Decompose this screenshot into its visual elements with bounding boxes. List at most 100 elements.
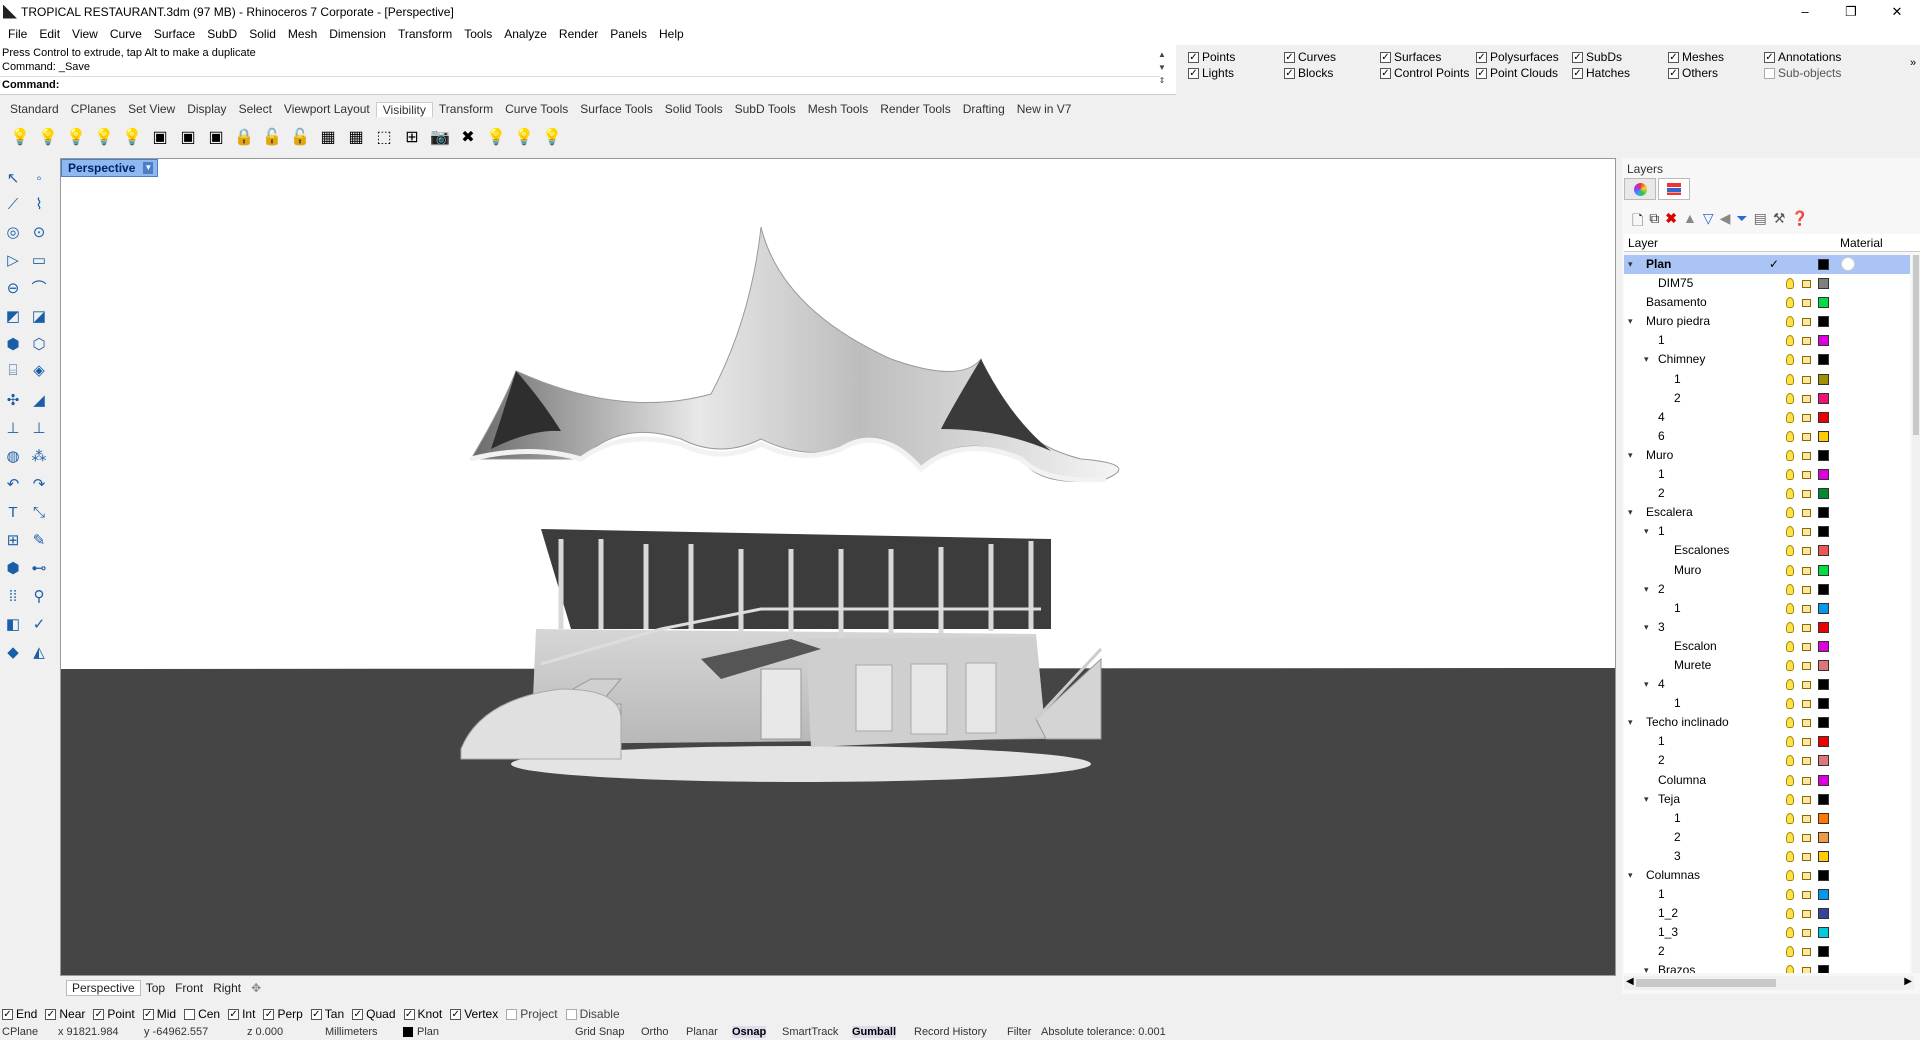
scrollbar-thumb[interactable] [1636,979,1776,987]
layer-color-swatch[interactable] [1818,392,1829,404]
show-selected-icon[interactable]: 💡 [64,125,88,149]
lightbulb-icon[interactable] [1786,297,1794,309]
layer-color-swatch[interactable] [1818,889,1829,901]
layer-color-swatch[interactable] [1818,850,1829,862]
menu-edit[interactable]: Edit [33,27,66,41]
filter-icon[interactable]: ⏷ [1736,210,1747,234]
osnap-perp[interactable]: ✓ Perp [263,1007,303,1021]
lightbulb-icon[interactable] [1786,870,1794,881]
offset-icon[interactable]: ⊖ [2,278,24,300]
expand-toggle-icon[interactable]: ▾ [1644,675,1654,694]
filter-surfaces[interactable]: ✓ Surfaces [1380,50,1441,64]
block-icon[interactable]: ⊞ [2,530,24,552]
status-grid-snap[interactable]: Grid Snap [575,1026,625,1038]
layer-color-swatch[interactable] [1818,449,1829,461]
layer-row[interactable]: ▾ Chimney [1624,350,1910,369]
analyze-icon[interactable]: ⚲ [28,586,50,608]
layer-row[interactable]: ▾ 3 [1624,618,1910,637]
scene-render[interactable] [61,159,1616,976]
layer-color-swatch[interactable] [1818,259,1829,270]
lightbulb-icon[interactable] [1786,411,1794,423]
expand-toggle-icon[interactable]: ▾ [1628,866,1638,885]
tab-transform[interactable]: Transform [433,102,499,116]
layer-row[interactable]: 2 [1624,828,1910,847]
scroll-left-icon[interactable]: ◀ [1626,976,1634,987]
layer-row[interactable]: 1 [1624,331,1910,350]
move-to-parent-icon[interactable]: ◀ [1720,210,1731,234]
tab-front[interactable]: Front [170,981,208,995]
circle-icon[interactable]: ◎ [2,222,24,244]
lock-icon[interactable] [1802,661,1811,670]
filter-others[interactable]: ✓ Others [1668,66,1718,80]
status-units[interactable]: Millimeters [325,1026,378,1038]
tools-icon[interactable]: ⚒ [1773,210,1786,234]
layer-row[interactable]: Escalon [1624,637,1910,656]
lock-icon[interactable] [1802,528,1811,537]
layer-row[interactable]: 1 [1624,599,1910,618]
lightbulb-icon[interactable] [1786,278,1794,290]
lightbulb-icon[interactable] [1786,812,1794,824]
scale-icon[interactable]: ◢ [28,390,50,412]
expand-toggle-icon[interactable]: ▾ [1628,446,1638,465]
curve-icon[interactable]: ⌇ [28,194,50,216]
lightbulb-icon[interactable] [1786,889,1794,901]
layer-color-swatch[interactable] [1818,297,1829,309]
tab-render-tools[interactable]: Render Tools [874,102,957,116]
lightbulb-icon[interactable] [1786,679,1794,691]
hide-in-detail-icon[interactable]: ▣ [148,125,172,149]
filter-more-button[interactable]: » [1910,57,1916,69]
lock-icon[interactable] [1802,413,1811,422]
viewport-title[interactable]: Perspective ▼ [61,159,159,177]
tab-solid-tools[interactable]: Solid Tools [659,102,729,116]
dimension-icon[interactable]: ⤡ [28,502,50,524]
lightbulb-icon[interactable] [1786,335,1794,347]
hide-points-icon[interactable]: 💡 [120,125,144,149]
status-osnap[interactable]: Osnap [732,1026,767,1038]
lock-icon[interactable] [1802,509,1811,518]
move-down-icon[interactable]: ▽ [1703,210,1714,234]
lock-icon[interactable] [1802,833,1811,842]
eraser-icon[interactable]: ◆ [2,642,24,664]
layer-row[interactable]: ▾ Muro piedra [1624,312,1910,331]
expand-toggle-icon[interactable]: ▾ [1628,312,1638,331]
boolean-union-icon[interactable]: ⬡ [28,334,50,356]
osnap-point[interactable]: ✓ Point [93,1007,135,1021]
layer-color-swatch[interactable] [1818,316,1829,328]
layer-row[interactable]: ▾ 4 [1624,675,1910,694]
status-ortho[interactable]: Ortho [641,1026,669,1038]
status-gumball[interactable]: Gumball [852,1026,897,1038]
menu-view[interactable]: View [66,27,104,41]
lock-icon[interactable] [1802,356,1811,365]
filter-blocks[interactable]: ✓ Blocks [1284,66,1333,80]
help-icon[interactable]: ❓ [1791,210,1808,234]
lock-icon[interactable] [1802,910,1811,919]
layer-row[interactable]: ▾ Columnas [1624,866,1910,885]
layer-row[interactable]: DIM75 [1624,274,1910,293]
layer-color-swatch[interactable] [1818,812,1829,824]
layer-color-swatch[interactable] [1818,430,1829,442]
lightbulb-icon[interactable] [1786,908,1794,920]
tab-perspective[interactable]: Perspective [66,980,141,996]
lightbulb-icon[interactable] [1786,831,1794,843]
filter-points[interactable]: ✓ Points [1188,50,1235,64]
render-icon[interactable]: ◧ [2,614,24,636]
lock-icon[interactable] [1802,738,1811,747]
layer-row[interactable]: 2 [1624,389,1910,408]
osnap-disable[interactable]: Disable [565,1007,620,1021]
show-objects-icon[interactable]: 💡 [8,125,32,149]
lock-icon[interactable] [1802,967,1811,973]
unlock-selected-icon[interactable]: ▦ [344,125,368,149]
tab-subd-tools[interactable]: SubD Tools [729,102,802,116]
ungroup-icon[interactable]: ⁂ [28,446,50,468]
lightbulb-icon[interactable] [1786,927,1794,939]
close-button[interactable]: ✕ [1874,0,1920,23]
layer-color-swatch[interactable] [1818,488,1829,500]
layer-color-swatch[interactable] [1818,621,1829,633]
layer-color-swatch[interactable] [1818,278,1829,290]
measure-icon[interactable]: ⊷ [28,558,50,580]
lock-icon[interactable] [1802,872,1811,880]
layer-row[interactable]: 6 [1624,427,1910,446]
osnap-knot[interactable]: ✓ Knot [403,1007,442,1021]
filter-control-points[interactable]: ✓ Control Points [1380,66,1469,80]
minimize-button[interactable]: – [1782,0,1828,23]
